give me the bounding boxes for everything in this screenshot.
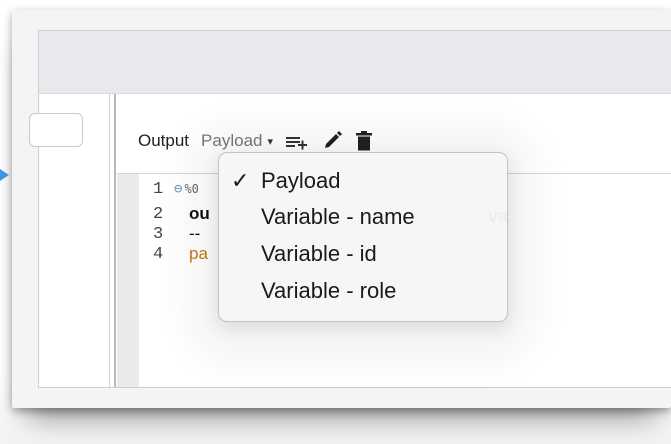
menu-item-label: Payload bbox=[261, 168, 341, 193]
output-label: Output bbox=[138, 131, 190, 150]
menu-item-payload[interactable]: ✓ Payload bbox=[219, 165, 507, 197]
menu-item-label: Variable - role bbox=[261, 278, 397, 303]
top-bar bbox=[39, 31, 671, 94]
line-number: 3 bbox=[153, 224, 164, 244]
menu-item-label: Variable - name bbox=[261, 204, 415, 229]
checkmark-icon: ✓ bbox=[231, 168, 250, 193]
menu-item-variable-role[interactable]: Variable - role bbox=[219, 275, 507, 307]
line-number: 1 bbox=[153, 179, 164, 199]
payload-dropdown-menu: ✓ Payload Variable - name Variable - id … bbox=[218, 152, 508, 322]
menu-item-label: Variable - id bbox=[261, 241, 377, 266]
line-number: 2 bbox=[153, 204, 164, 224]
editor-gutter bbox=[117, 174, 139, 387]
line-number: 4 bbox=[153, 244, 164, 264]
pointer-arrow-icon bbox=[0, 169, 9, 181]
left-input-field[interactable] bbox=[29, 113, 83, 147]
menu-item-variable-name[interactable]: Variable - name bbox=[219, 201, 507, 233]
left-pane bbox=[29, 94, 110, 387]
pane-divider[interactable] bbox=[114, 94, 116, 387]
menu-item-variable-id[interactable]: Variable - id bbox=[219, 238, 507, 270]
